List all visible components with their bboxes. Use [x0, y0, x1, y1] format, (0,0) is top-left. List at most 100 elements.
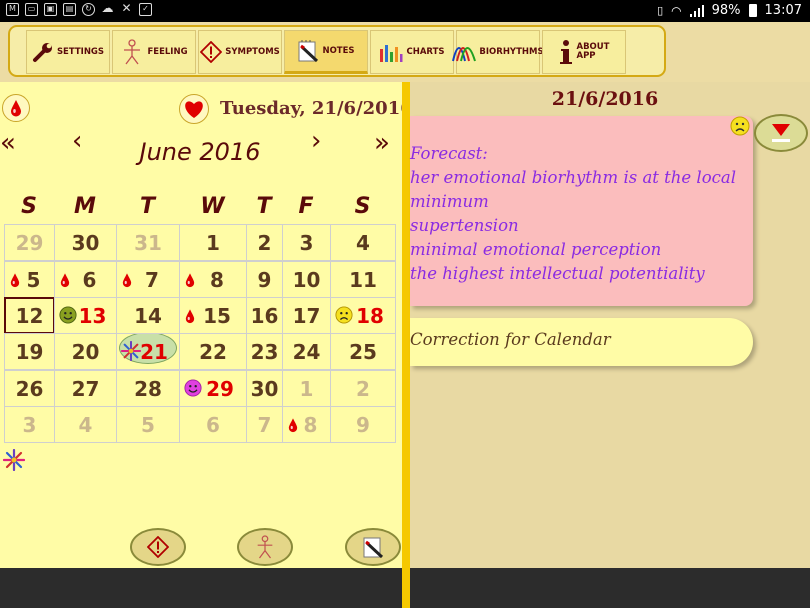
smile-face-icon — [59, 306, 77, 324]
calendar-day[interactable]: 3 — [4, 406, 55, 443]
calendar-day[interactable]: 31 — [116, 224, 180, 261]
next-year-button[interactable]: » — [374, 128, 390, 158]
calendar-day[interactable]: 6 — [54, 261, 117, 298]
blood-drop-icon — [11, 100, 21, 117]
day-number: 1 — [299, 376, 314, 401]
day-number: 6 — [82, 267, 97, 292]
day-number: 28 — [134, 376, 162, 401]
blood-drop-icon — [288, 418, 298, 433]
add-feeling-button[interactable] — [237, 528, 293, 566]
day-number: 13 — [78, 303, 107, 328]
day-number: 3 — [22, 412, 37, 437]
calendar-day-today[interactable]: 12 — [4, 297, 55, 334]
calendar-day[interactable]: 17 — [282, 297, 331, 334]
calendar-day[interactable]: 20 — [54, 333, 117, 370]
calendar-day[interactable]: 16 — [246, 297, 283, 334]
day-number: 5 — [26, 267, 41, 292]
calendar-day[interactable]: 30 — [246, 370, 283, 407]
calendar-day[interactable]: 13 — [54, 297, 117, 334]
prev-year-button[interactable]: « — [0, 128, 16, 158]
day-number: 29 — [206, 376, 234, 401]
calendar-day[interactable]: 6 — [179, 406, 247, 443]
warning-diamond-icon — [147, 536, 169, 558]
tab-feeling[interactable]: FEELING — [112, 30, 196, 74]
calendar-day-selected[interactable]: 21 — [116, 333, 180, 370]
day-number: 29 — [15, 230, 44, 255]
store-icon: ▤ — [63, 3, 76, 16]
forecast-line: her emotional biorhythm is at the local — [410, 168, 736, 187]
tab-settings[interactable]: SETTINGS — [26, 30, 110, 74]
tab-symptoms[interactable]: SYMPTOMS — [198, 30, 282, 74]
arrow-down-icon — [772, 124, 790, 142]
correction-for-calendar-button[interactable]: Correction for Calendar — [410, 318, 753, 366]
forecast-line: minimal emotional perception — [410, 240, 662, 259]
day-number: 19 — [15, 339, 44, 364]
calendar-day[interactable]: 11 — [330, 261, 396, 298]
next-month-button[interactable]: › — [311, 126, 321, 156]
weekday-label: S — [21, 194, 37, 219]
calendar-day[interactable]: 22 — [179, 333, 247, 370]
calendar-day[interactable]: 29 — [4, 224, 55, 261]
forecast-line: supertension — [410, 216, 519, 235]
calendar-day[interactable]: 29 — [179, 370, 247, 407]
calendar-day[interactable]: 4 — [330, 224, 396, 261]
tab-charts[interactable]: CHARTS — [370, 30, 454, 74]
heart-button[interactable] — [179, 94, 209, 124]
notes-date: 21/6/2016 — [551, 88, 659, 110]
calendar-day[interactable]: 10 — [282, 261, 331, 298]
calendar-day[interactable]: 2 — [330, 370, 396, 407]
body-figure-icon — [257, 535, 273, 559]
cycle-drop-button[interactable] — [2, 94, 30, 122]
calendar-panel: Tuesday, 21/6/2016 « ‹ June 2016 › » S M T… — [0, 82, 413, 568]
calendar-day[interactable]: 9 — [246, 261, 283, 298]
selected-date-header: Tuesday, 21/6/2016 — [220, 98, 413, 119]
calendar-day[interactable]: 23 — [246, 333, 283, 370]
calendar-day[interactable]: 26 — [4, 370, 55, 407]
add-symptom-button[interactable] — [130, 528, 186, 566]
calendar-day[interactable]: 1 — [179, 224, 247, 261]
calendar-day[interactable]: 5 — [116, 406, 180, 443]
smile-face-icon — [184, 379, 202, 397]
day-number: 26 — [15, 376, 44, 401]
calendar-day[interactable]: 18 — [330, 297, 396, 334]
calendar-day[interactable]: 25 — [330, 333, 396, 370]
blood-drop-icon — [185, 309, 195, 324]
sad-face-icon — [335, 306, 353, 324]
collapse-down-button[interactable] — [754, 114, 808, 152]
calendar-day[interactable]: 9 — [330, 406, 396, 443]
calendar-day[interactable]: 28 — [116, 370, 180, 407]
calendar-day[interactable]: 2 — [246, 224, 283, 261]
add-note-button[interactable] — [345, 528, 401, 566]
calendar-day[interactable]: 14 — [116, 297, 180, 334]
day-number: 16 — [250, 303, 279, 328]
day-number: 22 — [199, 339, 227, 364]
tab-biorhythms[interactable]: BIORHYTHMS — [452, 30, 544, 74]
calendar-day[interactable]: 1 — [282, 370, 331, 407]
day-number: 4 — [356, 230, 370, 255]
calendar-day[interactable]: 8 — [282, 406, 331, 443]
calendar-day[interactable]: 27 — [54, 370, 117, 407]
calendar-day[interactable]: 8 — [179, 261, 247, 298]
day-number: 7 — [257, 412, 272, 437]
calendar-day[interactable]: 7 — [116, 261, 180, 298]
calendar-day[interactable]: 5 — [4, 261, 55, 298]
calendar-day[interactable]: 4 — [54, 406, 117, 443]
tab-notes[interactable]: NOTES — [284, 30, 368, 74]
body-figure-icon — [124, 39, 141, 65]
calendar-day[interactable]: 24 — [282, 333, 331, 370]
day-number: 10 — [292, 267, 321, 292]
wifi-icon: ◠ — [671, 3, 682, 18]
tab-feeling-label: FEELING — [147, 46, 188, 57]
calendar-day[interactable]: 7 — [246, 406, 283, 443]
toolbar: SETTINGS FEELING SYMPTOMS NOTES CHARTS B… — [8, 25, 666, 77]
forecast-line: the highest intellectual potentiality — [410, 264, 705, 283]
calendar-day[interactable]: 30 — [54, 224, 117, 261]
notes-panel: 21/6/2016 Forecast: her emotional biorhy… — [410, 82, 810, 568]
day-number: 2 — [356, 376, 370, 401]
tab-about-app[interactable]: ABOUT APP — [542, 30, 626, 74]
toolbar-area: SETTINGS FEELING SYMPTOMS NOTES CHARTS B… — [0, 22, 810, 82]
prev-month-button[interactable]: ‹ — [72, 126, 82, 156]
calendar-day[interactable]: 15 — [179, 297, 247, 334]
calendar-day[interactable]: 3 — [282, 224, 331, 261]
calendar-day[interactable]: 19 — [4, 333, 55, 370]
